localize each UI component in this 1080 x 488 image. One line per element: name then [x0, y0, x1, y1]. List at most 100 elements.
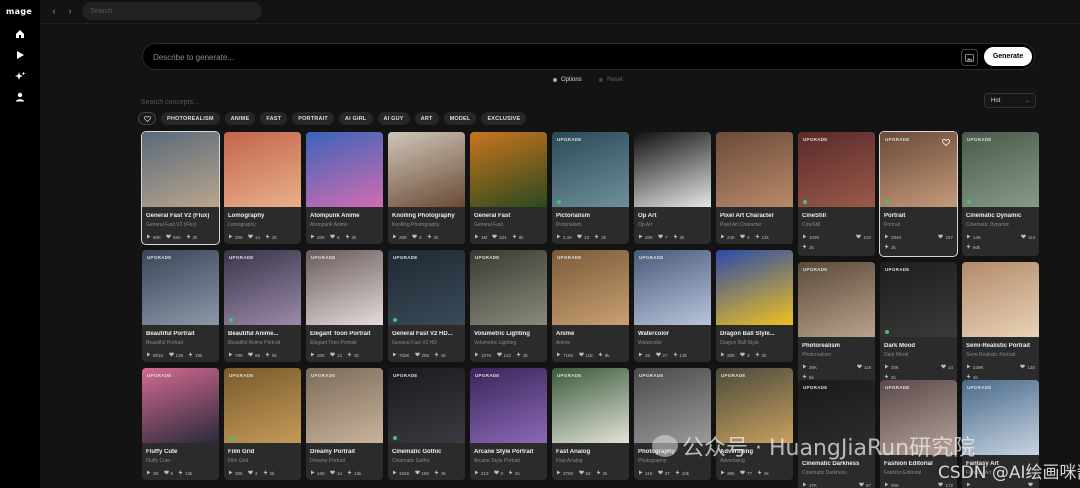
- concept-card[interactable]: Semi-Realistic Portrait Semi-Realistic Po…: [962, 262, 1039, 386]
- play-icon: [228, 234, 233, 240]
- likes-count: 37: [664, 470, 670, 476]
- concept-card[interactable]: UPGRADE Film Grid Film Grid 30K 4 2k: [224, 368, 301, 480]
- concept-card[interactable]: UPGRADE Beautiful Anime... Beautiful Anime…: [224, 250, 301, 362]
- likes-stat: 14: [248, 234, 260, 240]
- concept-card[interactable]: Knolling Photography Knolling Photography…: [388, 132, 465, 244]
- concept-card[interactable]: UPGRADE Volumetric Lighting Volumetric Lig…: [470, 250, 547, 362]
- image-upload-button[interactable]: [961, 49, 978, 66]
- concept-card[interactable]: Op Art Op Art 20K 7 2k: [634, 132, 711, 244]
- uses-stat: 13k: [347, 470, 361, 476]
- uses-stat: 10k: [675, 470, 689, 476]
- concept-card[interactable]: UPGRADE Fluffy Cute Fluffy Cute 3K 5 13k: [142, 368, 219, 480]
- card-stats: 284K 167: [884, 234, 953, 240]
- card-thumbnail: [880, 262, 957, 337]
- concept-card[interactable]: UPGRADE Dreamy Portrait Dreamy Portrait 16K…: [306, 368, 383, 480]
- filter-chip[interactable]: AI GIRL: [338, 112, 373, 125]
- uses-count: 4k: [441, 352, 446, 358]
- filter-chip[interactable]: ANIME: [224, 112, 256, 125]
- concept-search-input[interactable]: [141, 96, 281, 108]
- user-icon[interactable]: [13, 90, 27, 104]
- bolt-icon: [508, 470, 513, 476]
- runs-stat: 284K: [884, 234, 902, 240]
- uses-stat: 60k: [966, 244, 980, 250]
- filter-chip[interactable]: FAST: [260, 112, 288, 125]
- sparkle-icon[interactable]: [13, 69, 27, 83]
- reset-toggle[interactable]: Reset: [599, 77, 623, 83]
- forward-chevron-icon[interactable]: ›: [64, 5, 76, 17]
- card-stats: 79K 68 5k: [228, 352, 277, 358]
- concept-card[interactable]: Dragon Ball Style... Dragon Ball Style 20K…: [716, 250, 793, 362]
- upgrade-badge: UPGRADE: [557, 373, 582, 378]
- card-stats: 702K 255 4k: [392, 352, 446, 358]
- concept-card[interactable]: UPGRADE Arcane Style Portrait Arcane Style…: [470, 368, 547, 480]
- play-icon[interactable]: [13, 48, 27, 62]
- filter-chip[interactable]: PHOTOREALISM: [161, 112, 220, 125]
- uses-stat: 2k: [884, 244, 896, 250]
- filter-chip[interactable]: PORTRAIT: [292, 112, 334, 125]
- favorites-filter-button[interactable]: [138, 112, 156, 125]
- concept-card[interactable]: UPGRADE Photorealism Photorealism 36K 118 6k: [798, 262, 875, 386]
- concept-card[interactable]: Lomography Lomography 20K 14 2k: [224, 132, 301, 244]
- watermark-credit: CSDN @AI绘画咪酱: [938, 463, 1080, 483]
- card-subtitle: Portrait: [884, 222, 901, 228]
- uses-count: 5k: [272, 352, 277, 358]
- card-stats: 901K 139 19k: [146, 352, 202, 358]
- concept-card[interactable]: UPGRADE Anime Anime 718K 118 9k: [552, 250, 629, 362]
- likes-stat: 14: [330, 470, 342, 476]
- heart-icon: [938, 234, 944, 240]
- runs-stat: 20K: [228, 234, 243, 240]
- concept-card[interactable]: General Fast V2 (Flux) General Fast V2 (F…: [141, 131, 220, 245]
- concept-card[interactable]: UPGRADE General Fast V2 HD... General Fast…: [388, 250, 465, 362]
- play-icon: [474, 352, 479, 358]
- concept-card[interactable]: UPGRADE Fast Analog Fast Analog 275K 53 2k: [552, 368, 629, 480]
- generate-button[interactable]: Generate: [984, 47, 1032, 66]
- upgrade-badge: UPGRADE: [393, 255, 418, 260]
- concept-card[interactable]: Atompunk Anime Atompunk Anime 20K 5 2k: [306, 132, 383, 244]
- concept-card[interactable]: UPGRADE Pictorialism Pictorialism 2.1K 12 2k: [552, 132, 629, 244]
- card-stats: 213 3 2k: [474, 470, 520, 476]
- options-toggle[interactable]: Options: [553, 77, 582, 83]
- filter-chip[interactable]: AI GUY: [377, 112, 410, 125]
- concept-card[interactable]: UPGRADE Advertising Advertising 38K 77 2k: [716, 368, 793, 480]
- concept-card[interactable]: UPGRADEPhotographyPhotography11K3710k: [634, 368, 711, 480]
- concept-card[interactable]: UPGRADE Dark Mood Dark Mood 20K 14 2k: [880, 262, 957, 386]
- sort-dropdown[interactable]: Hot ⌄: [984, 93, 1036, 108]
- card-subtitle: Cinematic Dynamic: [966, 222, 1010, 228]
- uses-stat: 2k: [347, 352, 359, 358]
- card-title: Op Art: [638, 213, 657, 219]
- concept-card[interactable]: General Fast General Fast 1M 221 6k: [470, 132, 547, 244]
- play-icon: [310, 234, 315, 240]
- card-stats: 107K 142 2k: [474, 352, 528, 358]
- likes-count: 5: [337, 234, 340, 240]
- concept-card[interactable]: Pixel Art Character Pixel Art Character 24…: [716, 132, 793, 244]
- logo[interactable]: mage: [6, 7, 32, 16]
- home-icon[interactable]: [13, 27, 27, 41]
- card-favorite-icon[interactable]: [941, 137, 951, 147]
- top-search-input[interactable]: [82, 2, 262, 20]
- filter-chip[interactable]: EXCLUSIVE: [481, 112, 527, 125]
- concept-card[interactable]: UPGRADE Cinematic Gothic Cinematic Gothic 1…: [388, 368, 465, 480]
- concept-card[interactable]: UPGRADE CineStill CineStill 103K 102 2k: [798, 132, 875, 256]
- filter-chip[interactable]: MODEL: [443, 112, 477, 125]
- concept-card[interactable]: UPGRADE Watercolor Watercolor 3K 27 13k: [634, 250, 711, 362]
- heart-icon: [493, 470, 499, 476]
- concept-card[interactable]: UPGRADE Portrait Portrait 284K 167 2k: [879, 131, 958, 257]
- runs-count: 38K: [727, 470, 736, 476]
- card-subtitle: Dragon Ball Style: [720, 340, 759, 346]
- concept-card[interactable]: UPGRADE Beautiful Portrait Beautiful Portr…: [142, 250, 219, 362]
- uses-stat: 12k: [755, 234, 769, 240]
- runs-count: 20K: [317, 234, 326, 240]
- back-chevron-icon[interactable]: ‹: [48, 5, 60, 17]
- card-title: Pixel Art Character: [720, 213, 774, 219]
- filter-chip[interactable]: ART: [414, 112, 439, 125]
- prompt-input[interactable]: [153, 48, 933, 66]
- heart-icon: [492, 234, 498, 240]
- concept-card[interactable]: UPGRADE Elegant Toon Portrait Elegant Toon…: [306, 250, 383, 362]
- likes-count: 139: [175, 352, 184, 358]
- concept-card[interactable]: UPGRADE Cinematic Dynamic Cinematic Dynami…: [962, 132, 1039, 256]
- runs-stat: 20K: [884, 364, 899, 370]
- card-subtitle: Lomography: [228, 222, 256, 228]
- card-thumbnail: [388, 132, 465, 207]
- play-icon: [556, 470, 561, 476]
- uses-count: 2k: [351, 234, 357, 240]
